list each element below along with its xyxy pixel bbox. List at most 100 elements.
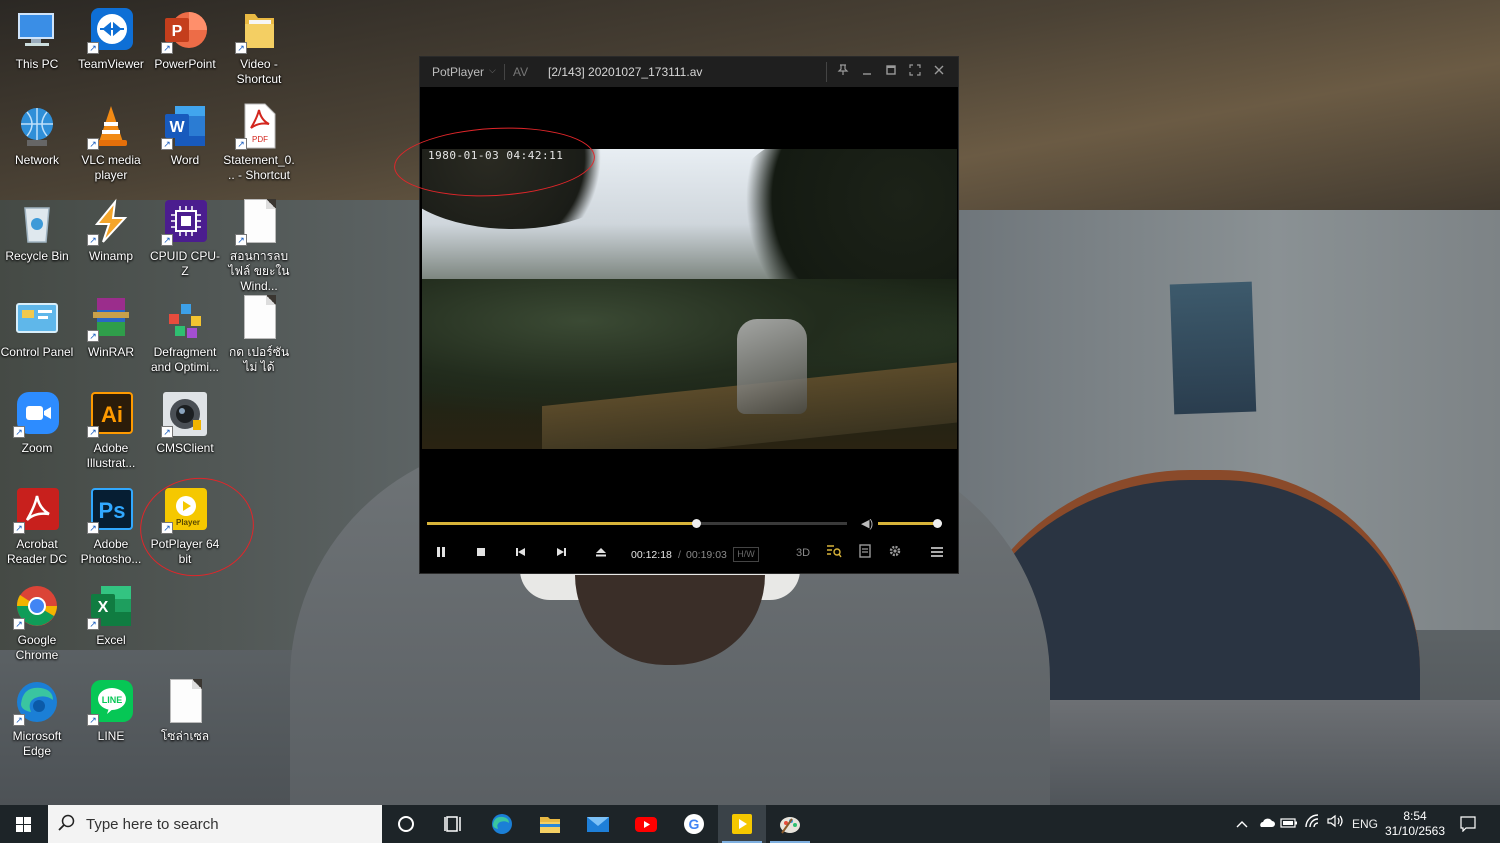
eject-button[interactable] <box>588 543 614 565</box>
current-time[interactable]: 00:12:18 <box>631 549 672 561</box>
acrobat-icon: ↗ <box>13 486 61 534</box>
taskbar-paint[interactable] <box>766 805 814 843</box>
shortcut-arrow-icon: ↗ <box>235 234 247 246</box>
desktop-icon-acrobat[interactable]: ↗ Acrobat Reader DC <box>0 480 74 567</box>
onedrive-cloud-icon[interactable] <box>1256 805 1276 843</box>
taskbar-youtube[interactable] <box>622 805 670 843</box>
shortcut-arrow-icon: ↗ <box>13 522 25 534</box>
player-menu-button[interactable]: PotPlayer <box>432 65 484 79</box>
paint-palette-icon <box>778 813 802 835</box>
desktop-icon-google-chrome[interactable]: ↗ Google Chrome <box>0 576 74 663</box>
shortcut-arrow-icon: ↗ <box>235 138 247 150</box>
desktop-icon-winrar[interactable]: ↗ WinRAR <box>74 288 148 360</box>
desktop-icon-this-pc[interactable]: This PC <box>0 0 74 72</box>
hw-decoder-badge[interactable]: H/W <box>733 547 759 562</box>
desktop-icon-thai-doc-1[interactable]: ↗ สอนการลบไฟล์ ขยะใน Wind... <box>222 192 296 294</box>
desktop-icon-label: LINE <box>97 729 125 743</box>
windows-logo-icon <box>16 817 32 832</box>
desktop-icon-illustrator[interactable]: Ai ↗ Adobe Illustrat... <box>74 384 148 471</box>
system-clock[interactable]: 8:54 31/10/2563 <box>1380 809 1450 839</box>
excel-icon: X ↗ <box>87 582 135 630</box>
wifi-icon[interactable] <box>1303 805 1323 843</box>
taskbar-file-explorer[interactable] <box>526 805 574 843</box>
pause-button[interactable] <box>428 543 454 565</box>
wallpaper-poster <box>1169 281 1257 415</box>
previous-button[interactable] <box>508 543 534 565</box>
desktop-icon-excel[interactable]: X ↗ Excel <box>74 576 148 648</box>
cmsclient-camera-icon: ↗ <box>161 390 209 438</box>
shortcut-arrow-icon: ↗ <box>87 714 99 726</box>
seek-bar-handle[interactable] <box>691 519 701 528</box>
winrar-icon: ↗ <box>87 294 135 342</box>
volume-slider-handle[interactable] <box>932 519 942 528</box>
desktop-icon-label: Word <box>170 153 200 167</box>
youtube-icon <box>634 813 658 835</box>
shortcut-arrow-icon: ↗ <box>87 330 99 342</box>
action-center-icon[interactable] <box>1456 805 1480 843</box>
3d-mode-button[interactable]: 3D <box>796 547 810 559</box>
desktop-icon-zoom[interactable]: ↗ Zoom <box>0 384 74 456</box>
desktop-icon-label: Acrobat Reader DC <box>6 537 68 566</box>
svg-text:W: W <box>169 119 185 136</box>
svg-text:PDF: PDF <box>252 135 268 144</box>
desktop-icon-powerpoint[interactable]: P ↗ PowerPoint <box>148 0 222 72</box>
taskbar-google[interactable]: G <box>670 805 718 843</box>
volume-slider[interactable] <box>878 519 942 528</box>
svg-text:G: G <box>689 816 700 832</box>
desktop-icon-microsoft-edge[interactable]: ↗ Microsoft Edge <box>0 672 74 759</box>
pin-icon[interactable] <box>834 63 852 81</box>
desktop-icon-winamp[interactable]: ↗ Winamp <box>74 192 148 264</box>
desktop-icon-teamviewer[interactable]: ↗ TeamViewer <box>74 0 148 72</box>
task-view-button[interactable] <box>430 805 478 843</box>
volume-speaker-icon[interactable] <box>1326 805 1346 843</box>
titlebar-divider <box>826 62 827 82</box>
desktop-icon-thai-doc-2[interactable]: กด เปอร์ซันไม่ ได้ <box>222 288 296 375</box>
taskbar-search-box[interactable]: Type here to search <box>48 805 382 843</box>
start-button[interactable] <box>0 805 48 843</box>
taskbar-potplayer[interactable] <box>718 805 766 843</box>
desktop-icon-cpuz[interactable]: ↗ CPUID CPU-Z <box>148 192 222 279</box>
speaker-icon[interactable]: ◀) <box>861 517 873 530</box>
desktop-icon-solar-document[interactable]: โซล่าเซล <box>148 672 222 744</box>
battery-icon[interactable] <box>1279 805 1299 843</box>
desktop-icon-cmsclient[interactable]: ↗ CMSClient <box>148 384 222 456</box>
chapter-list-icon[interactable] <box>852 543 878 565</box>
desktop-icon-label: Defragment and Optimi... <box>150 345 220 374</box>
input-language[interactable]: ENG <box>1350 805 1380 843</box>
player-titlebar[interactable]: PotPlayer ⌵ AV [2/143] 20201027_173111.a… <box>420 57 958 87</box>
gear-icon[interactable] <box>882 543 908 565</box>
show-hidden-icons-chevron-icon[interactable] <box>1232 805 1252 843</box>
desktop-icon-word[interactable]: W ↗ Word <box>148 96 222 168</box>
hamburger-menu-icon[interactable] <box>924 543 950 565</box>
desktop-icon-photoshop[interactable]: Ps ↗ Adobe Photosho... <box>74 480 148 567</box>
chevron-down-icon[interactable]: ⌵ <box>489 65 496 76</box>
vlc-cone-icon: ↗ <box>87 102 135 150</box>
maximize-button[interactable] <box>882 63 900 81</box>
desktop-icon-label: PowerPoint <box>154 57 216 71</box>
desktop-icon-vlc[interactable]: ↗ VLC media player <box>74 96 148 183</box>
taskbar-mail[interactable] <box>574 805 622 843</box>
fullscreen-button[interactable] <box>906 63 924 81</box>
shortcut-arrow-icon: ↗ <box>235 42 247 54</box>
taskbar-edge[interactable] <box>478 805 526 843</box>
desktop-icon-network[interactable]: Network <box>0 96 74 168</box>
shortcut-arrow-icon: ↗ <box>161 234 173 246</box>
desktop-icon-label: Recycle Bin <box>5 249 69 263</box>
close-button[interactable] <box>930 63 948 81</box>
playlist-search-icon[interactable] <box>821 543 847 565</box>
task-view-icon <box>442 813 466 835</box>
seek-bar[interactable] <box>427 519 847 528</box>
cortana-button[interactable] <box>382 805 430 843</box>
desktop-icon-video-shortcut[interactable]: ↗ Video - Shortcut <box>222 0 296 87</box>
desktop-icon-statement-shortcut[interactable]: PDF ↗ Statement_0... - Shortcut <box>222 96 296 183</box>
chrome-icon: ↗ <box>13 582 61 630</box>
stop-button[interactable] <box>468 543 494 565</box>
minimize-button[interactable] <box>858 63 876 81</box>
desktop-icon-defragment[interactable]: Defragment and Optimi... <box>148 288 222 375</box>
next-button[interactable] <box>548 543 574 565</box>
desktop-icon-line[interactable]: LINE ↗ LINE <box>74 672 148 744</box>
desktop-icon-recycle-bin[interactable]: Recycle Bin <box>0 192 74 264</box>
shortcut-arrow-icon: ↗ <box>161 138 173 150</box>
folder-icon: ↗ <box>235 6 283 54</box>
desktop-icon-control-panel[interactable]: Control Panel <box>0 288 74 360</box>
